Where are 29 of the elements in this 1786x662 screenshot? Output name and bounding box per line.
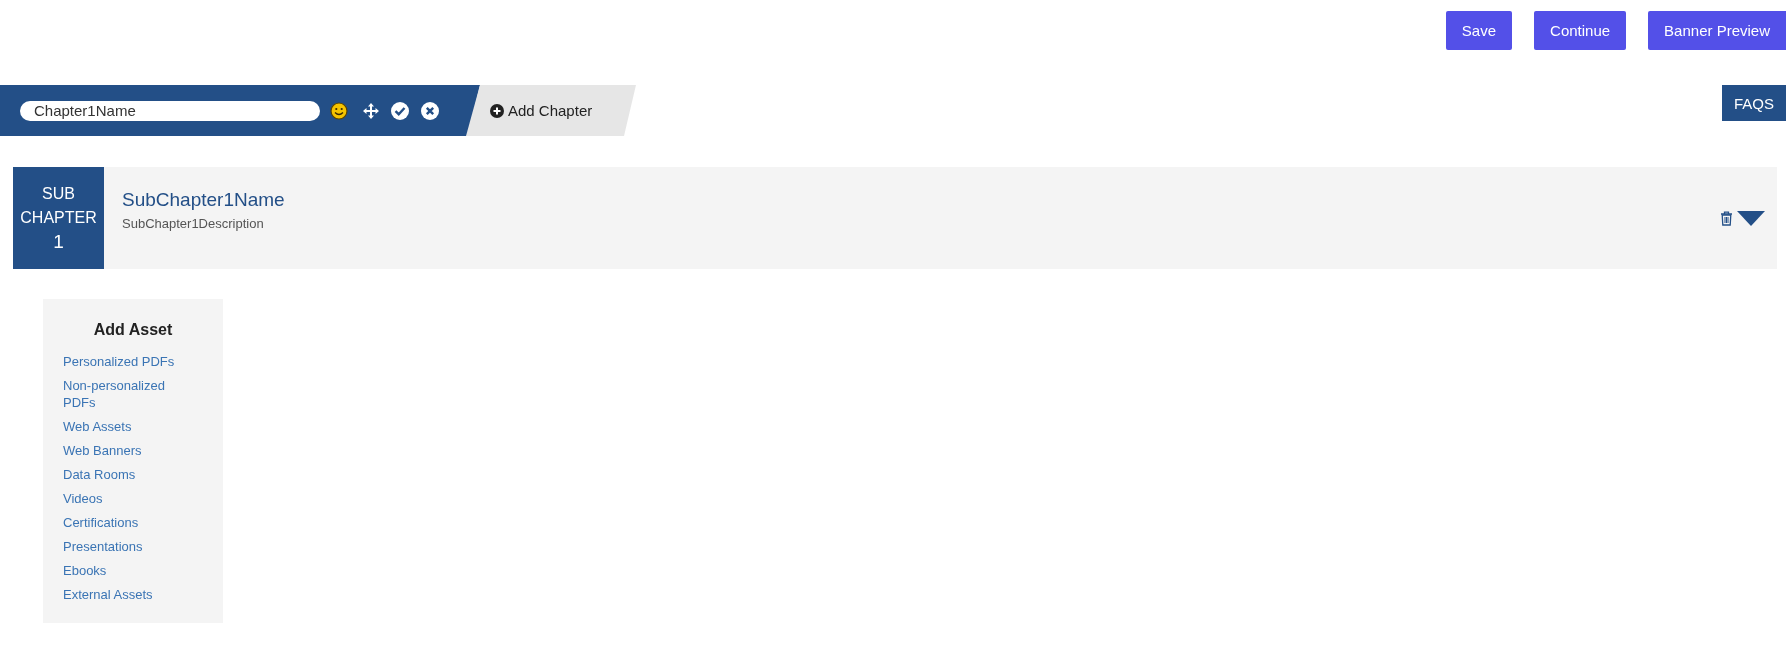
asset-link[interactable]: Presentations — [63, 538, 183, 555]
add-chapter-button[interactable]: Add Chapter — [490, 102, 593, 119]
move-icon[interactable] — [362, 101, 380, 120]
close-circle-icon[interactable] — [420, 100, 440, 121]
trash-icon[interactable] — [1720, 210, 1733, 226]
panel-title: Add Asset — [92, 321, 174, 339]
asset-link[interactable]: Ebooks — [63, 562, 183, 579]
smiley-icon[interactable] — [330, 101, 348, 120]
badge-text: SUB — [42, 184, 75, 204]
badge-text: CHAPTER — [20, 208, 97, 228]
header-button[interactable]: Save — [1445, 11, 1513, 50]
asset-link[interactable]: External Assets — [63, 586, 183, 603]
caret-down-icon[interactable] — [1737, 210, 1765, 226]
asset-link[interactable]: Web Assets — [63, 418, 183, 435]
badge-text: 1 — [53, 230, 64, 254]
asset-link[interactable]: Certifications — [63, 514, 183, 531]
asset-link[interactable]: Non-personalized PDFs — [63, 377, 183, 411]
subchapter-name: SubChapter1Name — [122, 189, 286, 211]
asset-link[interactable]: Data Rooms — [63, 466, 183, 483]
asset-link[interactable]: Web Banners — [63, 442, 183, 459]
asset-link[interactable]: Videos — [63, 490, 183, 507]
header-button[interactable]: Continue — [1534, 11, 1627, 50]
asset-link[interactable]: Personalized PDFs — [63, 353, 183, 370]
check-circle-icon[interactable] — [390, 100, 410, 121]
header-button[interactable]: Banner Preview — [1648, 11, 1786, 50]
chapter-name-field[interactable]: Chapter1Name — [20, 100, 320, 121]
faqs-button[interactable]: FAQS — [1722, 85, 1786, 121]
subchapter-description: SubChapter1Description — [122, 216, 265, 231]
plus-circle-icon — [490, 103, 504, 118]
